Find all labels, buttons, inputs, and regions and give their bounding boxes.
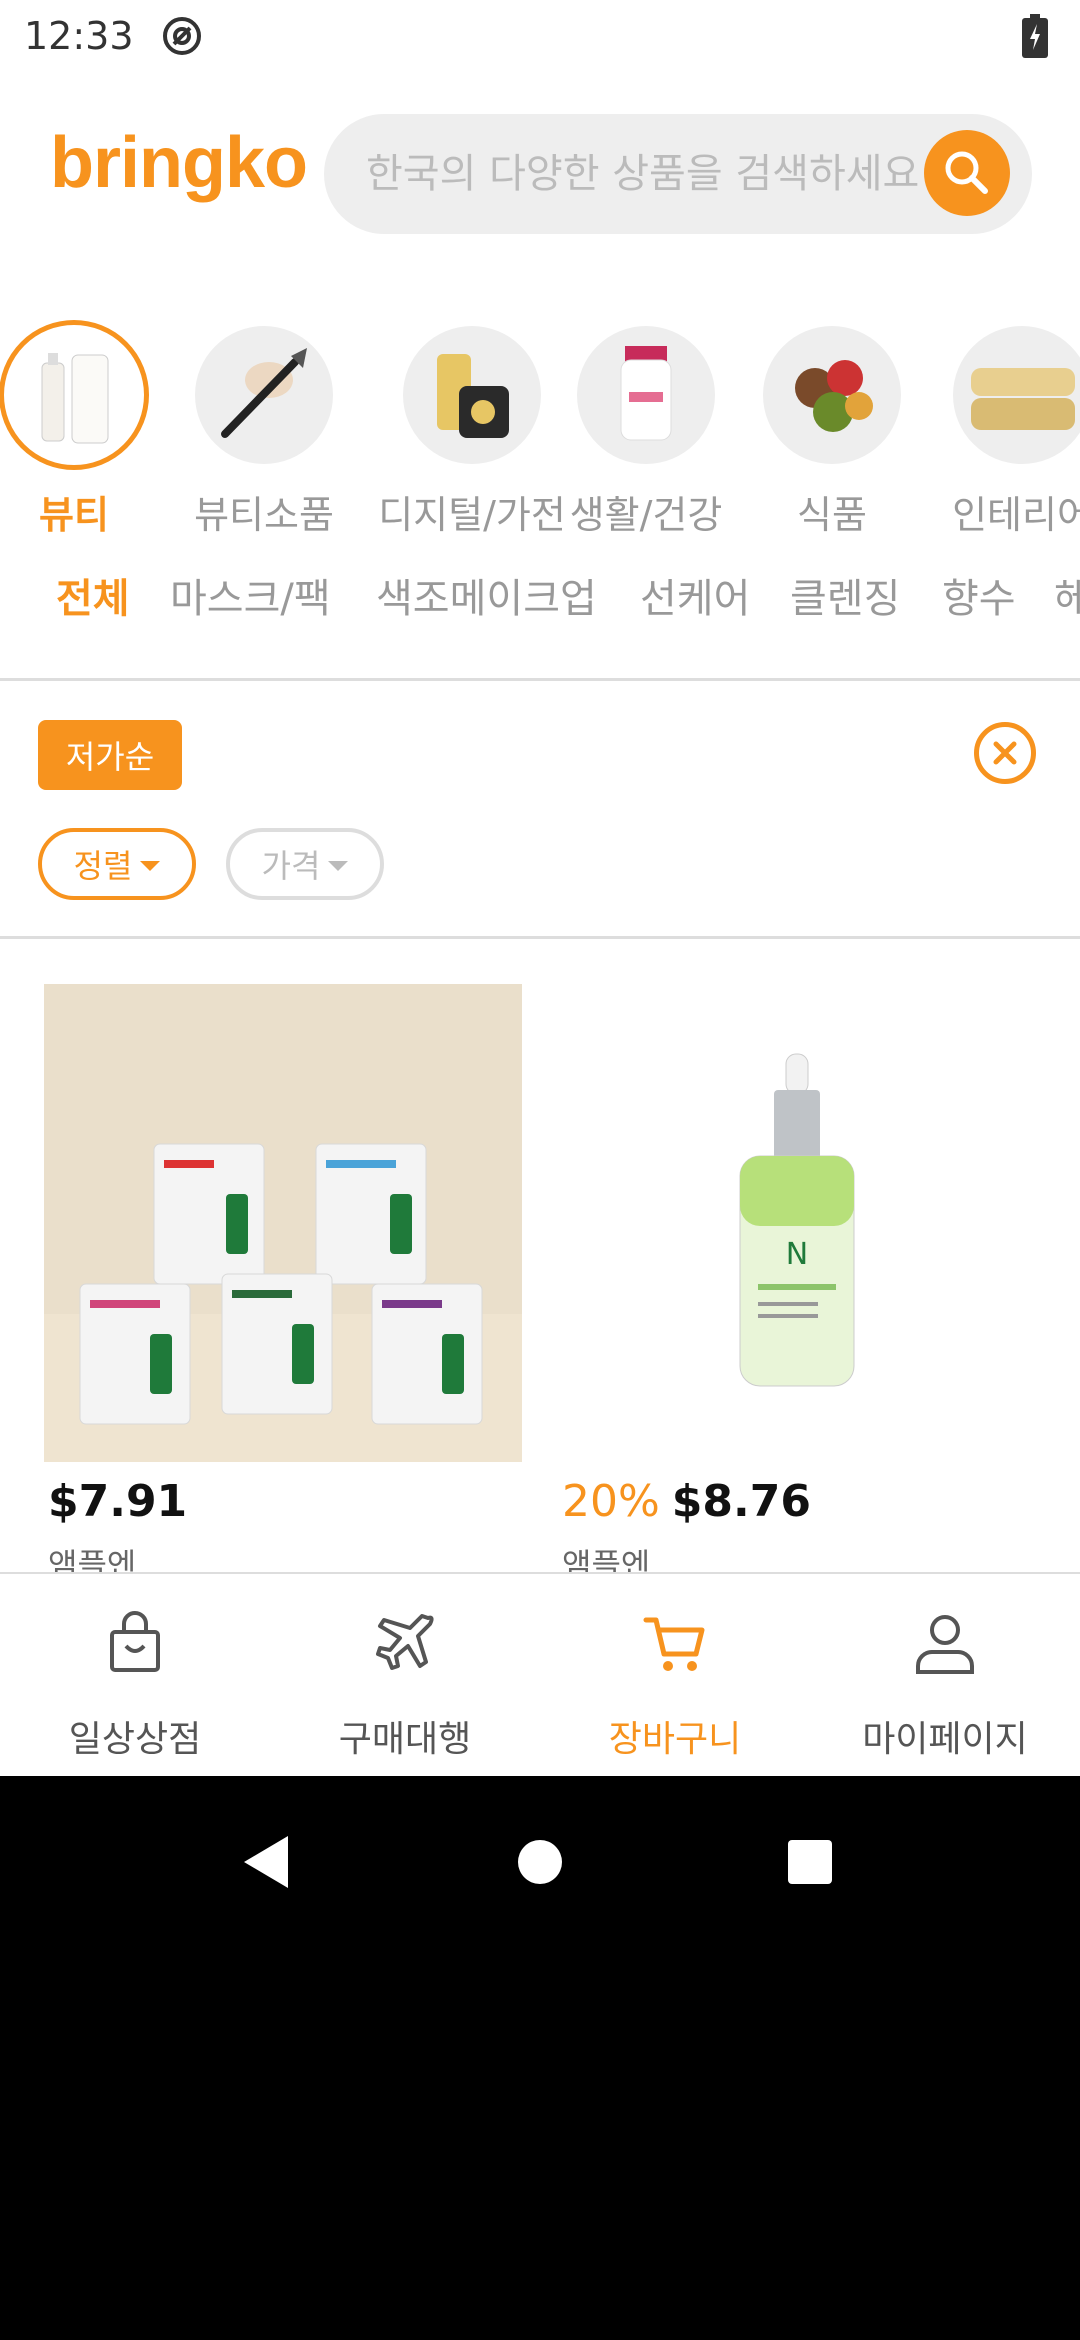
subcategory-tabs[interactable]: 전체 마스크/팩 색조메이크업 선케어 클렌징 향수 헤 — [0, 566, 1080, 636]
category-digital-image — [403, 326, 541, 464]
status-time: 12:33 — [24, 14, 134, 58]
search-bar[interactable] — [324, 114, 1032, 234]
divider — [0, 936, 1080, 939]
nav-purchase-agency[interactable]: 구매대행 — [270, 1574, 540, 1778]
recents-icon[interactable] — [786, 1832, 834, 1892]
product-price: $8.76 — [671, 1476, 811, 1527]
nav-daily-store[interactable]: 일상상점 — [0, 1574, 270, 1778]
category-label: 인테리어 — [952, 493, 1080, 537]
product-image[interactable]: N — [558, 984, 1036, 1462]
user-icon — [916, 1615, 974, 1674]
clear-filters-button[interactable] — [974, 722, 1036, 784]
tab-all[interactable]: 전체 — [56, 566, 130, 624]
tab-suncare[interactable]: 선케어 — [640, 566, 750, 624]
search-button[interactable] — [924, 130, 1010, 216]
product-price: $7.91 — [48, 1476, 188, 1527]
sort-dropdown[interactable]: 정렬 — [38, 828, 196, 900]
cart-icon — [643, 1617, 705, 1671]
nav-cart[interactable]: 장바구니 — [540, 1574, 810, 1778]
category-beauty-tools-image — [195, 326, 333, 464]
nav-my-page[interactable]: 마이페이지 — [810, 1574, 1080, 1778]
search-icon — [945, 151, 988, 194]
tab-more[interactable]: 헤 — [1054, 566, 1080, 624]
category-living-health-image — [577, 326, 715, 464]
category-beauty-image — [0, 320, 149, 470]
battery-charging-icon — [1022, 14, 1048, 58]
product-price-row: 20% $8.76 — [562, 1476, 811, 1527]
home-icon[interactable] — [516, 1832, 564, 1892]
nav-label: 장바구니 — [608, 1719, 742, 1760]
nav-label: 구매대행 — [338, 1719, 472, 1760]
product-discount: 20% — [562, 1476, 660, 1527]
brand-logo[interactable]: bringko — [50, 122, 308, 204]
tab-cleansing[interactable]: 클렌징 — [790, 566, 900, 624]
search-input[interactable] — [364, 114, 924, 234]
nav-label: 마이페이지 — [862, 1719, 1028, 1760]
product-image[interactable] — [44, 984, 522, 1462]
category-carousel[interactable]: 뷰티 뷰티소품 디지털/가전 생활/건강 식품 인테리어 — [0, 320, 1080, 540]
at-sign-icon — [162, 17, 201, 55]
system-navigation-bar — [0, 1776, 1080, 2340]
tab-color-makeup[interactable]: 색조메이크업 — [376, 566, 597, 624]
shopping-bag-icon — [110, 1611, 160, 1672]
price-dropdown-label: 가격 — [261, 847, 321, 885]
category-interior-image — [953, 326, 1080, 464]
active-sort-chip[interactable]: 저가순 — [38, 720, 182, 790]
caret-down-icon — [328, 861, 349, 871]
back-icon[interactable] — [238, 1832, 292, 1892]
price-dropdown[interactable]: 가격 — [226, 828, 384, 900]
product-price-row: $7.91 — [48, 1476, 187, 1527]
caret-down-icon — [140, 861, 161, 871]
close-icon — [993, 741, 1017, 765]
tab-perfume[interactable]: 향수 — [942, 566, 1016, 624]
category-food-image — [763, 326, 901, 464]
status-bar: 12:33 — [0, 0, 1080, 72]
svg-text:N: N — [786, 1237, 808, 1272]
bottom-navigation: 일상상점 구매대행 장바구니 마이페이지 — [0, 1572, 1080, 1776]
category-interior[interactable]: 인테리어 — [922, 320, 1080, 540]
airplane-icon — [376, 1614, 434, 1670]
divider — [0, 678, 1080, 681]
tab-mask-pack[interactable]: 마스크/팩 — [170, 566, 331, 624]
nav-label: 일상상점 — [68, 1719, 202, 1760]
sort-dropdown-label: 정렬 — [73, 847, 133, 885]
